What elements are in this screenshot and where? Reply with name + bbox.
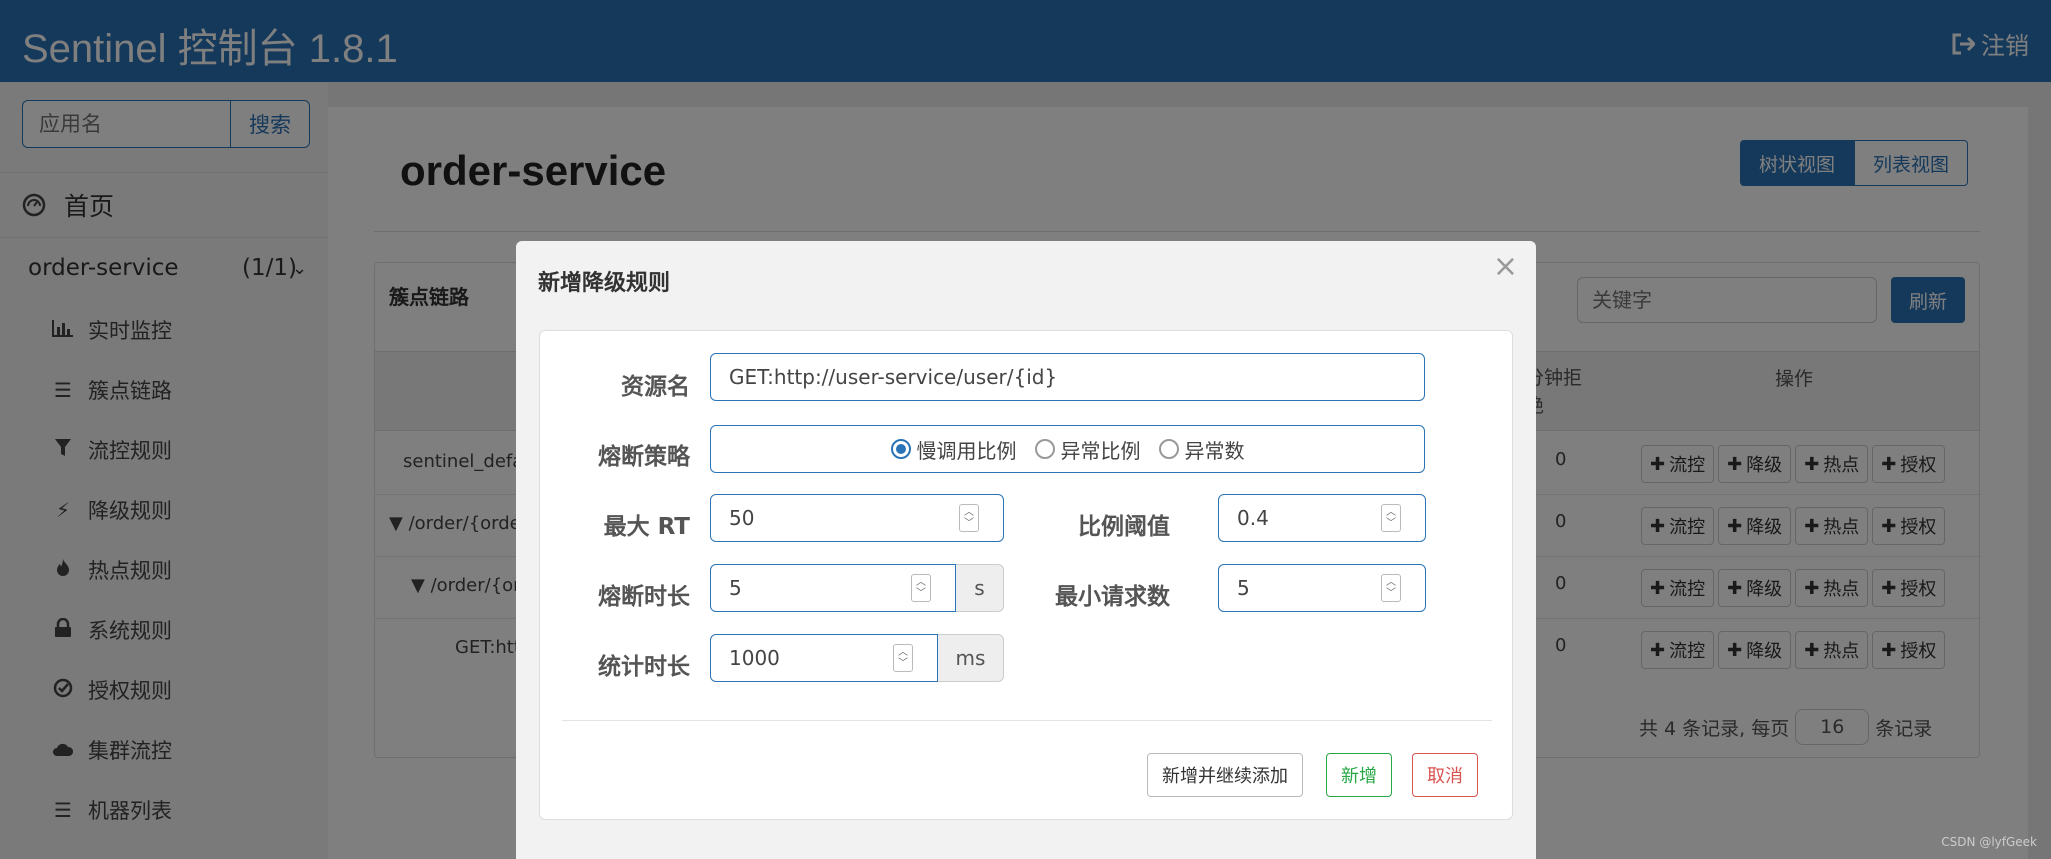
min-request-input[interactable]: 5 ︿ ﹀ (1218, 564, 1426, 612)
close-icon[interactable]: × (1493, 249, 1518, 284)
dialog-form: 资源名 GET:http://user-service/user/{id} 熔断… (539, 330, 1513, 820)
stat-interval-input[interactable]: 1000 ︿ ﹀ (710, 634, 938, 682)
duration-unit: s (956, 564, 1004, 612)
max-rt-label: 最大 RT (603, 514, 690, 540)
radio-unchecked[interactable] (1034, 439, 1055, 459)
stepper-icon[interactable]: ︿ ﹀ (893, 644, 913, 672)
resource-label: 资源名 (621, 374, 690, 400)
dialog-divider (562, 720, 1492, 721)
duration-value: 5 (729, 576, 742, 600)
resource-input[interactable]: GET:http://user-service/user/{id} (710, 353, 1425, 401)
add-degrade-rule-dialog: 新增降级规则 × 资源名 GET:http://user-service/use… (516, 241, 1536, 859)
min-request-label: 最小请求数 (1055, 584, 1170, 610)
stat-interval-unit: ms (938, 634, 1004, 682)
strategy-exception-count[interactable]: 异常数 (1158, 435, 1245, 464)
max-rt-value: 50 (729, 506, 755, 530)
strategy-label: 熔断策略 (598, 444, 690, 470)
strategy-option-label: 异常数 (1184, 438, 1245, 463)
stat-interval-value: 1000 (729, 646, 780, 670)
stepper-icon[interactable]: ︿ ﹀ (1381, 504, 1401, 532)
strategy-option-label: 慢调用比例 (916, 438, 1017, 463)
stat-interval-label: 统计时长 (598, 654, 690, 680)
duration-input[interactable]: 5 ︿ ﹀ (710, 564, 956, 612)
radio-unchecked[interactable] (1158, 439, 1179, 459)
add-button[interactable]: 新增 (1326, 753, 1392, 797)
max-rt-input[interactable]: 50 ︿ ﹀ (710, 494, 1004, 542)
duration-label: 熔断时长 (598, 584, 690, 610)
stepper-icon[interactable]: ︿ ﹀ (959, 504, 979, 532)
dialog-title: 新增降级规则 (538, 271, 671, 296)
min-request-value: 5 (1237, 576, 1250, 600)
add-and-continue-button[interactable]: 新增并继续添加 (1147, 753, 1303, 797)
stepper-icon[interactable]: ︿ ﹀ (911, 574, 931, 602)
strategy-radio-group: 慢调用比例 异常比例 异常数 (710, 425, 1425, 473)
stepper-icon[interactable]: ︿ ﹀ (1381, 574, 1401, 602)
strategy-slow-ratio[interactable]: 慢调用比例 (890, 435, 1017, 464)
watermark: CSDN @lyfGeek (1941, 835, 2037, 849)
ratio-label: 比例阈值 (1078, 514, 1170, 540)
cancel-button[interactable]: 取消 (1412, 753, 1478, 797)
strategy-option-label: 异常比例 (1060, 438, 1141, 463)
ratio-value: 0.4 (1237, 506, 1269, 530)
radio-checked[interactable] (890, 439, 911, 459)
strategy-exception-ratio[interactable]: 异常比例 (1034, 435, 1141, 464)
ratio-input[interactable]: 0.4 ︿ ﹀ (1218, 494, 1426, 542)
